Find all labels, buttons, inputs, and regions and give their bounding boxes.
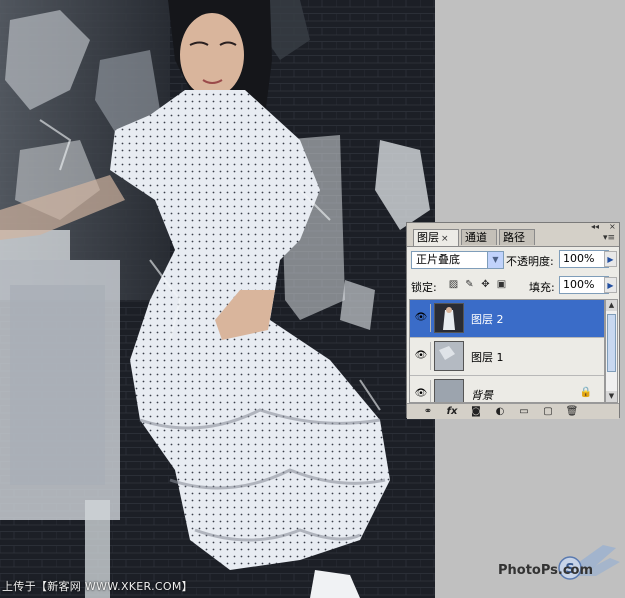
layer-row-layer2[interactable]: 👁 图层 2: [410, 300, 604, 338]
collapse-icon[interactable]: ◂◂: [591, 223, 599, 231]
tab-close-icon[interactable]: ×: [441, 234, 449, 244]
eye-icon[interactable]: 👁: [412, 304, 431, 332]
lock-transparency-icon[interactable]: ▨: [447, 278, 460, 291]
panel-body: 正片叠底 ▼ 不透明度: 100% ▶ 锁定: ▨ ✎ ✥ ▣ 填充: 100%…: [407, 246, 619, 419]
lock-all-icon[interactable]: ▣: [495, 278, 508, 291]
new-layer-icon[interactable]: ▢: [541, 405, 555, 418]
opacity-slider-arrow-icon[interactable]: ▶: [604, 251, 617, 267]
close-panel-icon[interactable]: ×: [609, 223, 616, 231]
eye-icon[interactable]: 👁: [412, 380, 431, 402]
layer-name: 背景: [471, 389, 493, 402]
layer-row-layer1[interactable]: 👁 图层 1: [410, 338, 604, 376]
lock-position-icon[interactable]: ✥: [479, 278, 492, 291]
folder-icon[interactable]: ▭: [517, 405, 531, 418]
trash-icon[interactable]: 🗑: [565, 405, 579, 418]
tab-channels[interactable]: 通道: [461, 229, 497, 245]
layer-thumbnail: [434, 379, 464, 402]
eye-icon[interactable]: 👁: [412, 342, 431, 370]
opacity-input[interactable]: 100%: [559, 250, 609, 268]
layers-panel: ◂◂ × 图层 × 通道 路径 ▾≡ 正片叠底 ▼ 不透明度: 100% ▶ 锁定…: [406, 222, 620, 419]
panel-bottom-bar: ⚭ fx ◙ ◐ ▭ ▢ 🗑: [407, 403, 619, 419]
tab-layers[interactable]: 图层 ×: [413, 229, 459, 246]
layer-row-background[interactable]: 👁 背景 🔒: [410, 376, 604, 402]
tab-paths[interactable]: 路径: [499, 229, 535, 245]
lock-icon: 🔒: [579, 387, 592, 398]
lock-label: 锁定:: [411, 281, 437, 294]
artwork-image: [0, 0, 435, 598]
chevron-down-icon[interactable]: ▼: [487, 252, 503, 268]
brand-text: PhotoPs.com: [498, 563, 594, 578]
tab-channels-label: 通道: [465, 231, 487, 244]
layers-scrollbar[interactable]: ▲ ▼: [605, 299, 618, 403]
upload-watermark: 上传于【新客网 WWW.XKER.COM】: [2, 580, 193, 593]
lock-pixels-icon[interactable]: ✎: [463, 278, 476, 291]
link-icon[interactable]: ⚭: [421, 405, 435, 418]
tab-paths-label: 路径: [503, 231, 525, 244]
fill-input[interactable]: 100%: [559, 276, 609, 294]
layer-name: 图层 1: [471, 351, 504, 364]
document-canvas[interactable]: 上传于【新客网 WWW.XKER.COM】: [0, 0, 435, 598]
layers-list: 👁 图层 2 👁 图层 1 👁 背景 🔒: [409, 299, 605, 403]
scroll-thumb[interactable]: [607, 314, 616, 372]
tab-layers-label: 图层: [417, 231, 439, 244]
adjustment-icon[interactable]: ◐: [493, 405, 507, 418]
opacity-label: 不透明度:: [506, 255, 554, 268]
panel-menu-icon[interactable]: ▾≡: [603, 233, 615, 243]
fill-label: 填充:: [529, 281, 555, 294]
scroll-down-icon[interactable]: ▼: [606, 391, 617, 402]
layer-thumbnail: [434, 341, 464, 371]
blend-mode-value: 正片叠底: [416, 253, 460, 266]
fx-icon[interactable]: fx: [445, 405, 459, 418]
mask-icon[interactable]: ◙: [469, 405, 483, 418]
layer-thumbnail: [434, 303, 464, 333]
layer-name: 图层 2: [471, 313, 504, 326]
scroll-up-icon[interactable]: ▲: [606, 300, 617, 311]
blend-mode-select[interactable]: 正片叠底 ▼: [411, 251, 504, 269]
fill-slider-arrow-icon[interactable]: ▶: [604, 277, 617, 293]
